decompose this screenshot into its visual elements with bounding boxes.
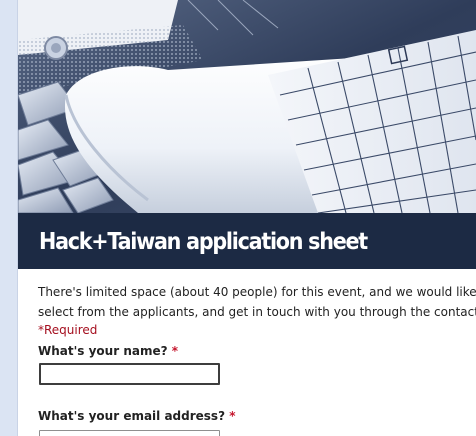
email-input[interactable] xyxy=(39,430,220,436)
form-description-line: There's limited space (about 40 people) … xyxy=(38,285,476,299)
form-description: There's limited space (about 40 people) … xyxy=(38,282,476,322)
question-name-text: What's your name? xyxy=(38,344,168,358)
required-asterisk: * xyxy=(229,409,236,423)
question-name-label: What's your name? * xyxy=(38,343,178,359)
form-container: Hack+Taiwan application sheet There's li… xyxy=(18,0,476,436)
form-title: Hack+Taiwan application sheet xyxy=(39,229,368,255)
question-email-label: What's your email address? * xyxy=(38,408,236,424)
form-title-bar: Hack+Taiwan application sheet xyxy=(18,213,476,269)
form-description-line: select from the applicants, and get in t… xyxy=(38,305,476,319)
page-side-strip xyxy=(0,0,18,436)
header-banner-image xyxy=(18,0,476,213)
name-input[interactable] xyxy=(39,363,220,385)
required-note: *Required xyxy=(38,323,98,337)
question-email-text: What's your email address? xyxy=(38,409,226,423)
required-asterisk: * xyxy=(171,344,179,358)
